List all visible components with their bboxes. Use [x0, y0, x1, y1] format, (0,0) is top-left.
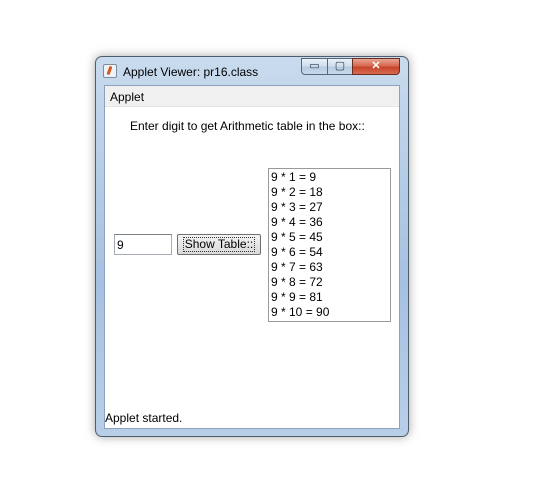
- minimize-button[interactable]: ▭: [301, 58, 328, 75]
- digit-input[interactable]: [114, 234, 172, 255]
- table-line: 9 * 2 = 18: [271, 185, 323, 199]
- table-output-box[interactable]: 9 * 1 = 99 * 2 = 18 9 * 3 = 27 9 * 4 = 36 9…: [268, 168, 391, 322]
- close-icon: ✕: [371, 60, 381, 72]
- table-line: 9 * 10 = 90: [271, 305, 330, 319]
- prompt-label: Enter digit to get Arithmetic table in t…: [130, 119, 365, 133]
- minimize-icon: ▭: [309, 60, 320, 72]
- close-button[interactable]: ✕: [352, 58, 400, 75]
- java-icon: [103, 64, 117, 78]
- maximize-button[interactable]: ▢: [327, 58, 353, 75]
- status-text: Applet started.: [105, 411, 183, 425]
- table-line: 9 * 7 = 63: [271, 260, 323, 274]
- show-table-button[interactable]: Show Table::: [177, 234, 261, 255]
- show-table-label: Show Table::: [182, 237, 256, 252]
- table-line: 9 * 1 = 9: [271, 170, 317, 184]
- window-title: Applet Viewer: pr16.class: [123, 65, 259, 79]
- table-line: 9 * 6 = 54: [271, 245, 323, 259]
- table-line: 9 * 4 = 36: [271, 215, 323, 229]
- maximize-icon: ▢: [334, 60, 346, 72]
- table-line: 9 * 5 = 45: [271, 230, 323, 244]
- applet-panel: Applet Enter digit to get Arithmetic tab…: [104, 85, 400, 429]
- applet-viewer-window: Applet Viewer: pr16.class ▭ ▢ ✕ Applet E…: [95, 56, 409, 437]
- table-line: 9 * 3 = 27: [271, 200, 323, 214]
- title-bar[interactable]: Applet Viewer: pr16.class ▭ ▢ ✕: [96, 57, 408, 85]
- table-line: 9 * 9 = 81: [271, 290, 323, 304]
- table-line: 9 * 8 = 72: [271, 275, 323, 289]
- menu-applet[interactable]: Applet: [110, 90, 144, 104]
- menu-bar: Applet: [105, 86, 399, 107]
